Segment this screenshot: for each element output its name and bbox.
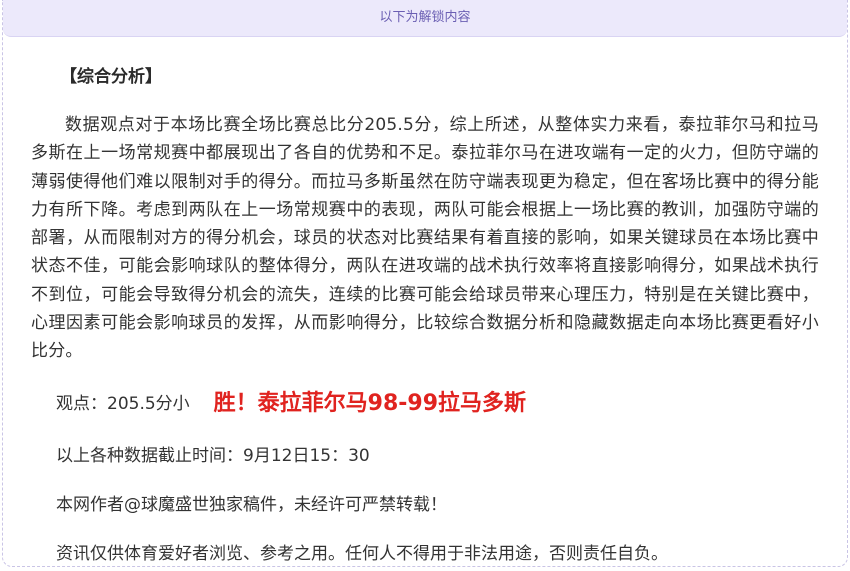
unlocked-content-box: 以下为解锁内容 【综合分析】 数据观点对于本场比赛全场比赛总比分205.5分，综… [2,0,848,567]
viewpoint-row: 观点：205.5分小 胜！泰拉菲尔马98-99拉马多斯 [31,389,819,419]
article-body: 【综合分析】 数据观点对于本场比赛全场比赛总比分205.5分，综上所述，从整体实… [3,65,847,566]
data-deadline: 以上各种数据截止时间：9月12日15：30 [56,445,370,466]
unlock-banner-text: 以下为解锁内容 [379,10,471,25]
analysis-paragraph: 数据观点对于本场比赛全场比赛总比分205.5分，综上所述，从整体实力来看，泰拉菲… [31,115,819,362]
unlock-banner: 以下为解锁内容 [3,0,847,37]
section-title: 【综合分析】 [60,67,162,87]
disclaimer: 资讯仅供体育爱好者浏览、参考之用。任何人不得用于非法用途，否则责任自负。 [56,543,668,564]
match-prediction: 胜！泰拉菲尔马98-99拉马多斯 [213,390,527,416]
author-notice: 本网作者@球魔盛世独家稿件，未经许可严禁转载！ [56,494,447,515]
viewpoint-label: 观点：205.5分小 [56,393,190,414]
